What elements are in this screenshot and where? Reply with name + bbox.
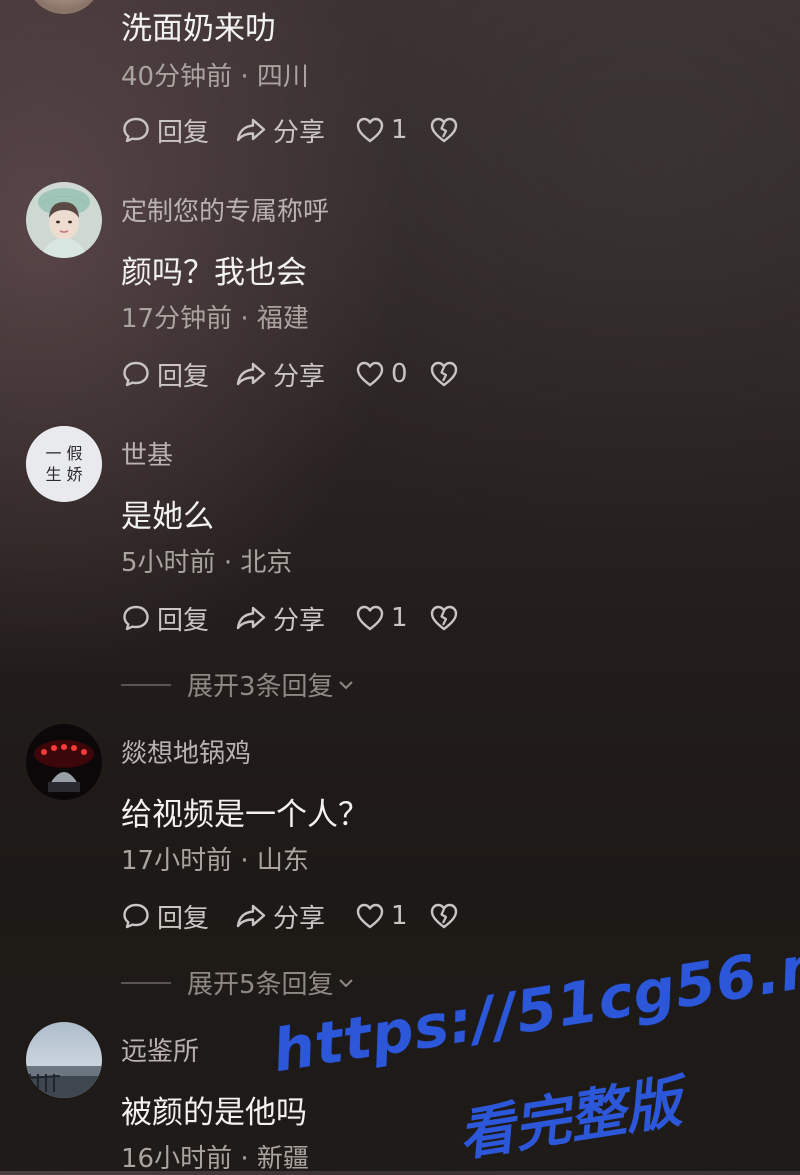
broken-heart-icon	[430, 903, 458, 929]
expand-replies-label: 展开5条回复	[187, 970, 334, 1000]
broken-heart-icon	[430, 361, 458, 387]
reply-label: 回复	[157, 605, 210, 636]
comment-actions: 回复 分享 1	[121, 112, 459, 149]
heart-icon	[356, 117, 384, 143]
like-button[interactable]: 1	[355, 603, 429, 633]
comment-time: 5小时前	[121, 548, 216, 578]
reply-label: 回复	[157, 903, 210, 934]
reply-label: 回复	[157, 117, 210, 148]
comment-username[interactable]: 世基	[121, 435, 173, 472]
expand-replies-label: 展开3条回复	[187, 672, 334, 702]
reply-button[interactable]: 回复	[121, 600, 235, 637]
avatar-text-line1: 一 假	[45, 444, 82, 463]
avatar[interactable]	[26, 0, 102, 14]
dislike-button[interactable]	[429, 902, 459, 930]
share-label: 分享	[273, 903, 326, 934]
like-button[interactable]: 1	[355, 115, 429, 145]
reply-icon	[123, 361, 149, 387]
comment-username[interactable]: 燚想地锅鸡	[121, 733, 251, 770]
comment-location: 北京	[240, 548, 293, 578]
dislike-button[interactable]	[429, 360, 459, 388]
dislike-button[interactable]	[429, 604, 459, 632]
like-count: 1	[391, 115, 408, 145]
reply-button[interactable]: 回复	[121, 898, 235, 935]
comment-username[interactable]: 远鉴所	[121, 1031, 199, 1068]
expand-divider	[121, 981, 171, 984]
reply-label: 回复	[157, 361, 210, 392]
comment-location: 山东	[256, 846, 309, 876]
reply-button[interactable]: 回复	[121, 112, 235, 149]
comment-text: 给视频是一个人？	[121, 797, 369, 833]
meta-separator: ·	[223, 548, 233, 578]
avatar-text-line2: 生 娇	[45, 465, 82, 484]
comment-meta: 17小时前 · 山东	[121, 840, 309, 877]
heart-icon	[356, 361, 384, 387]
share-icon	[236, 606, 266, 630]
share-icon	[236, 118, 266, 142]
comment-text: 被颜的是他吗	[121, 1095, 307, 1131]
share-icon	[236, 362, 266, 386]
share-button[interactable]: 分享	[235, 356, 355, 393]
avatar[interactable]	[26, 724, 102, 800]
share-icon	[236, 904, 266, 928]
comment-time: 17分钟前	[121, 304, 233, 334]
meta-separator: ·	[240, 304, 249, 334]
dislike-button[interactable]	[429, 116, 459, 144]
comment-time: 16小时前	[121, 1144, 233, 1174]
meta-separator: ·	[240, 846, 249, 876]
share-label: 分享	[273, 605, 326, 636]
expand-replies-button[interactable]: 展开3条回复	[121, 666, 354, 703]
comment-location: 新疆	[256, 1144, 309, 1174]
comment-username[interactable]: 定制您的专属称呼	[121, 191, 329, 228]
comment-text: 是她么	[121, 499, 214, 535]
comment-time: 40分钟前	[121, 62, 233, 92]
comment-actions: 回复 分享 0	[121, 356, 459, 393]
comment-actions: 回复 分享 1	[121, 898, 459, 935]
share-button[interactable]: 分享	[235, 600, 355, 637]
broken-heart-icon	[430, 605, 458, 631]
watermark: https://51cg56.me 看完整版	[0, 0, 800, 1171]
watermark-caption: 看完整版	[454, 1069, 686, 1170]
comment-meta: 5小时前 · 北京	[121, 542, 292, 579]
reply-icon	[123, 605, 149, 631]
like-count: 0	[391, 359, 408, 389]
watermark-url: https://51cg56.me	[268, 921, 800, 1086]
comment-text: 颜吗？我也会	[121, 255, 307, 291]
like-button[interactable]: 1	[355, 901, 429, 931]
reply-button[interactable]: 回复	[121, 356, 235, 393]
heart-icon	[356, 903, 384, 929]
expand-divider	[121, 683, 171, 686]
broken-heart-icon	[430, 117, 458, 143]
like-count: 1	[391, 603, 408, 633]
comment-meta: 40分钟前 · 四川	[121, 56, 309, 93]
heart-icon	[356, 605, 384, 631]
comment-actions: 回复 分享 1	[121, 600, 459, 637]
chevron-down-icon	[338, 680, 353, 689]
reply-icon	[123, 117, 149, 143]
like-button[interactable]: 0	[355, 359, 429, 389]
meta-separator: ·	[240, 62, 249, 92]
comment-meta: 16小时前 · 新疆	[121, 1138, 309, 1175]
expand-replies-button[interactable]: 展开5条回复	[121, 964, 354, 1001]
share-button[interactable]: 分享	[235, 898, 355, 935]
meta-separator: ·	[240, 1144, 249, 1174]
comment-time: 17小时前	[121, 846, 233, 876]
chevron-down-icon	[338, 978, 353, 987]
share-label: 分享	[273, 117, 326, 148]
comment-text: 洗面奶来叻	[121, 11, 276, 47]
share-label: 分享	[273, 361, 326, 392]
avatar[interactable]	[26, 182, 102, 258]
reply-icon	[123, 903, 149, 929]
avatar[interactable]: 一 假 生 娇	[26, 426, 102, 502]
comment-location: 福建	[256, 304, 309, 334]
like-count: 1	[391, 901, 408, 931]
share-button[interactable]: 分享	[235, 112, 355, 149]
comment-location: 四川	[256, 62, 309, 92]
avatar[interactable]	[26, 1022, 102, 1098]
comment-meta: 17分钟前 · 福建	[121, 298, 309, 335]
